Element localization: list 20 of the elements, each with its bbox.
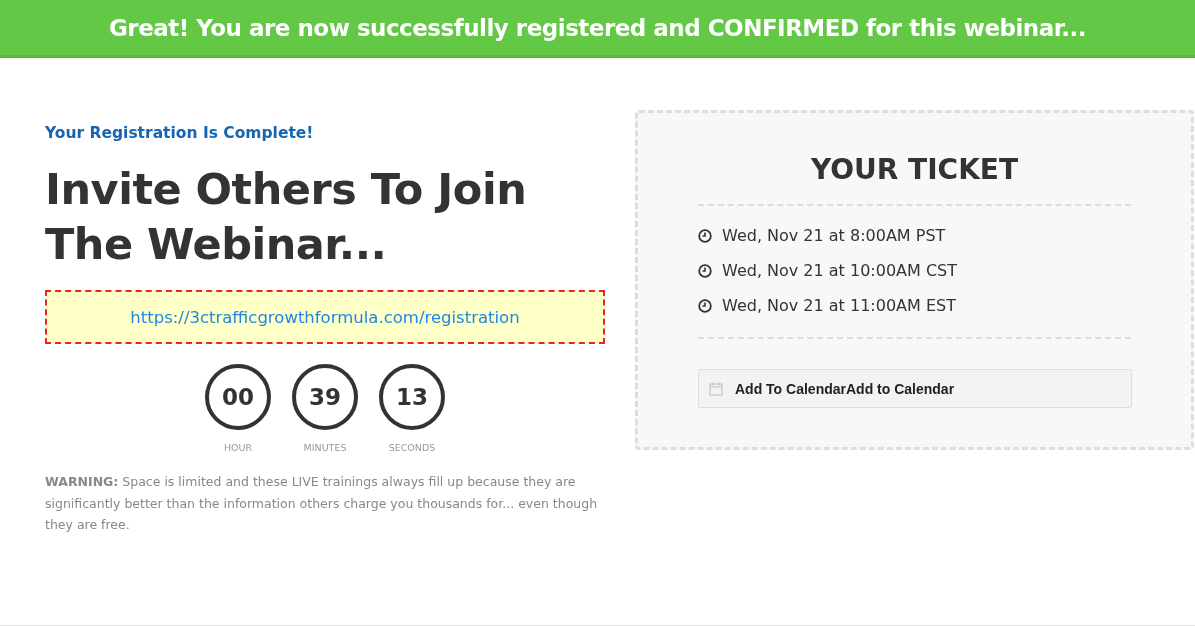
- countdown-unit: MINUTES: [303, 442, 347, 453]
- clock-icon: [698, 263, 712, 278]
- add-to-calendar-button[interactable]: Add To CalendarAdd to Calendar: [698, 369, 1132, 408]
- clock-icon: [698, 228, 712, 243]
- countdown-unit: SECONDS: [388, 442, 436, 453]
- ticket-time: Wed, Nov 21 at 8:00AM PST: [722, 226, 946, 245]
- warning-text: WARNING: Space is limited and these LIVE trainings always fill up because they are significantly better than the information others charge you thousands for... even though they are free.: [45, 473, 599, 534]
- banner-text: Great! You are now successfully registered and CONFIRMED for this webinar...: [108, 14, 1087, 41]
- ticket-time: Wed, Nov 21 at 11:00AM EST: [722, 296, 956, 315]
- ticket-title: YOUR TICKET: [809, 153, 1020, 186]
- countdown-circle: 13: [379, 364, 445, 430]
- countdown-unit: HOUR: [223, 442, 253, 453]
- status-text: Your Registration Is Complete!: [45, 124, 315, 142]
- countdown-circle: 00: [205, 364, 271, 430]
- heading: Invite Others To Join The Webinar...: [45, 163, 528, 271]
- calendar-icon: [709, 381, 723, 396]
- clock-icon: [698, 298, 712, 313]
- share-link[interactable]: https://3ctrafficgrowthformula.com/registration: [130, 307, 520, 327]
- countdown-circle: 39: [292, 364, 358, 430]
- ticket-time: Wed, Nov 21 at 10:00AM CST: [722, 261, 958, 280]
